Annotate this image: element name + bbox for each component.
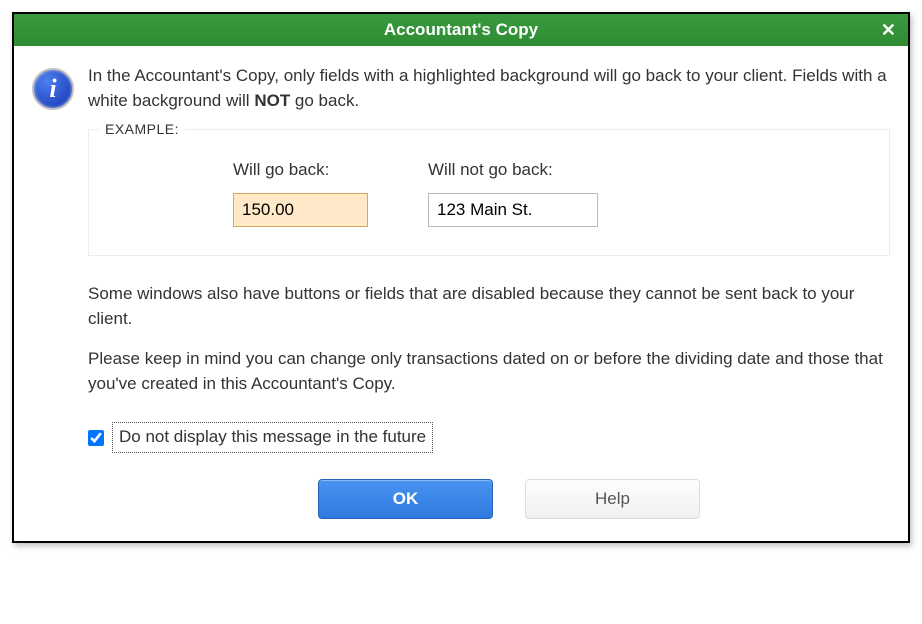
intro-text: In the Accountant's Copy, only fields wi… — [88, 64, 890, 113]
info-icon: i — [32, 68, 74, 110]
intro-part2: go back. — [290, 91, 359, 110]
will-not-go-back-label: Will not go back: — [428, 158, 598, 183]
will-go-back-field[interactable] — [233, 193, 368, 227]
intro-bold: NOT — [254, 91, 290, 110]
dialog-content: i In the Accountant's Copy, only fields … — [14, 46, 908, 541]
example-legend: EXAMPLE: — [99, 119, 185, 139]
help-button[interactable]: Help — [525, 479, 700, 519]
do-not-display-label[interactable]: Do not display this message in the futur… — [112, 422, 433, 453]
intro-part1: In the Accountant's Copy, only fields wi… — [88, 66, 887, 110]
dialog-title: Accountant's Copy — [384, 20, 538, 39]
dividing-date-note-text: Please keep in mind you can change only … — [88, 347, 890, 396]
do-not-display-checkbox[interactable] — [88, 430, 104, 446]
example-will-go-back-col: Will go back: — [233, 158, 368, 227]
will-not-go-back-field[interactable] — [428, 193, 598, 227]
titlebar: Accountant's Copy ✕ — [14, 14, 908, 46]
disabled-note-text: Some windows also have buttons or fields… — [88, 282, 890, 331]
will-go-back-label: Will go back: — [233, 158, 368, 183]
close-icon[interactable]: ✕ — [881, 21, 896, 39]
dialog-body: In the Accountant's Copy, only fields wi… — [88, 64, 890, 519]
button-row: OK Help — [88, 479, 890, 519]
dialog-window: Accountant's Copy ✕ i In the Accountant'… — [12, 12, 910, 543]
example-group: EXAMPLE: Will go back: Will not go back: — [88, 129, 890, 256]
do-not-display-row: Do not display this message in the futur… — [88, 422, 433, 453]
ok-button[interactable]: OK — [318, 479, 493, 519]
example-will-not-go-back-col: Will not go back: — [428, 158, 598, 227]
example-columns: Will go back: Will not go back: — [113, 158, 865, 227]
